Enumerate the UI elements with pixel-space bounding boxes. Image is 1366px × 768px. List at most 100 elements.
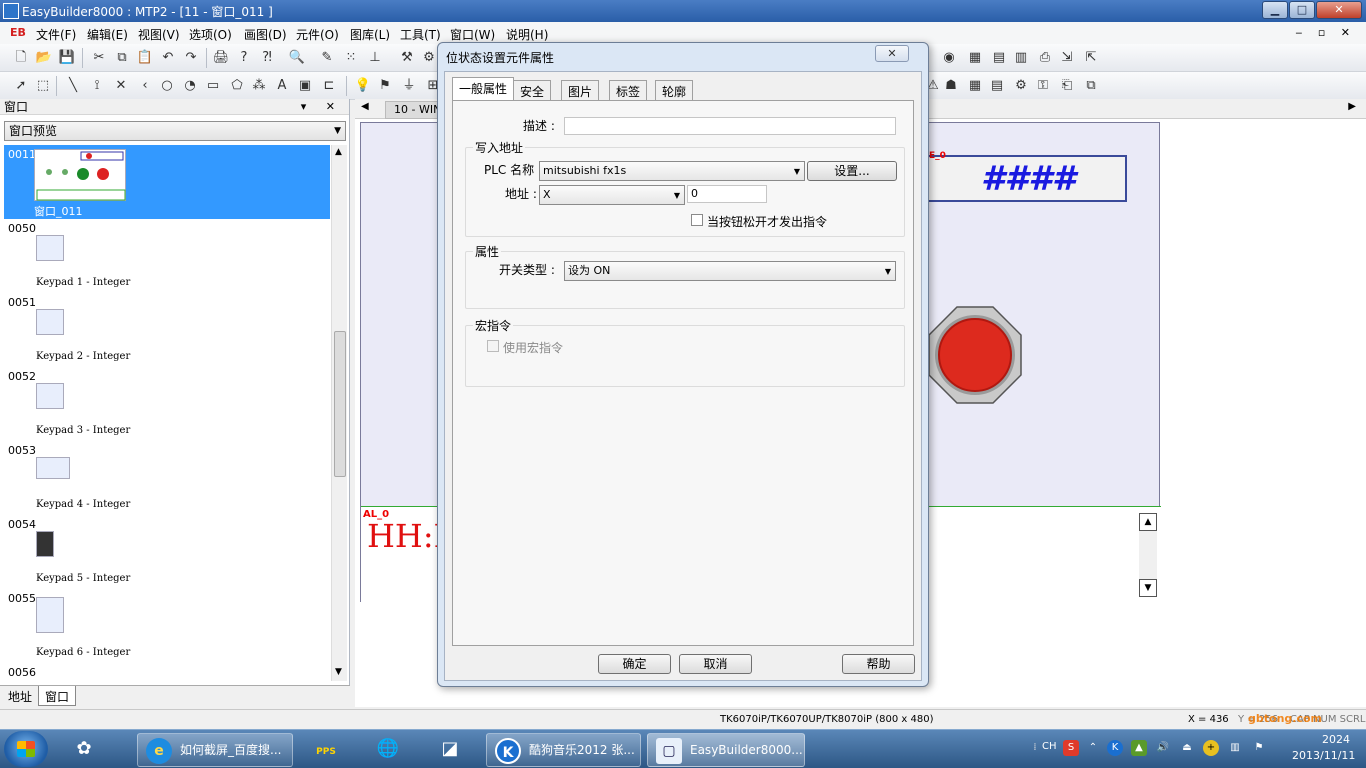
plc-name-dropdown[interactable]: mitsubishi fx1s ▼ (539, 161, 805, 181)
gear-icon[interactable]: ⚙ (1012, 77, 1030, 95)
window-item-0056[interactable]: 0056 (4, 663, 330, 681)
menu-window[interactable]: 窗口(W) (450, 26, 495, 43)
address-input[interactable]: 0 (687, 185, 767, 203)
menu-tools[interactable]: 工具(T) (400, 26, 441, 43)
key-icon[interactable]: ⚿ (1034, 77, 1052, 95)
scroll-down-icon[interactable]: ▼ (335, 667, 342, 677)
action-center-icon[interactable]: ⚑ (1251, 740, 1267, 756)
text-icon[interactable]: A (273, 77, 291, 95)
scroll-up-icon[interactable]: ▲ (1139, 513, 1157, 531)
menu-edit[interactable]: 编辑(E) (87, 26, 128, 43)
picture-icon[interactable]: ▣ (296, 77, 314, 95)
task-browser[interactable]: e 如何截屏_百度搜... (137, 733, 293, 767)
undo-icon[interactable]: ↶ (159, 49, 177, 67)
red-push-button[interactable] (927, 305, 1023, 405)
menu-file[interactable]: 文件(F) (36, 26, 76, 43)
menu-objects[interactable]: 元件(O) (296, 26, 339, 43)
pen-icon[interactable]: ✎ (318, 49, 336, 67)
copy-page-icon[interactable]: ⧉ (1082, 77, 1100, 95)
scale-icon[interactable]: ⁂ (250, 77, 268, 95)
chevron-right-icon[interactable]: ▶ (1348, 101, 1356, 112)
window-item-0051[interactable]: 0051 Keypad 2 - Integer (4, 293, 330, 367)
tab-address[interactable]: 地址 (2, 686, 38, 706)
window-item-0050[interactable]: 0050 Keypad 1 - Integer (4, 219, 330, 293)
import-icon[interactable]: ⇱ (1082, 49, 1100, 67)
description-input[interactable] (564, 117, 896, 135)
word-lamp-icon[interactable]: ⚑ (376, 77, 394, 95)
preview-dropdown[interactable]: 窗口预览 ▼ (4, 121, 346, 141)
pinned-globe-icon[interactable]: 🌐 (362, 733, 414, 767)
calendar-icon[interactable]: ▥ (1012, 49, 1030, 67)
window-item-0011[interactable]: 0011 窗口_011 (4, 145, 330, 219)
window-item-0052[interactable]: 0052 Keypad 3 - Integer (4, 367, 330, 441)
align-icon[interactable]: ⊥ (366, 49, 384, 67)
select-arrow-icon[interactable]: ➚ (12, 77, 30, 95)
sogou-input-icon[interactable]: S (1063, 740, 1079, 756)
use-macro-checkbox[interactable] (487, 340, 499, 352)
circle-icon[interactable]: ○ (158, 77, 176, 95)
window-item-0055[interactable]: 0055 Keypad 6 - Integer (4, 589, 330, 663)
ok-button[interactable]: 确定 (598, 654, 671, 674)
new-file-icon[interactable]: 🗋 (12, 49, 30, 67)
arc-icon[interactable]: ‹ (136, 77, 154, 95)
menu-library[interactable]: 图库(L) (350, 26, 390, 43)
scroll-up-icon[interactable]: ▲ (335, 147, 342, 157)
tray-expand-icon[interactable]: ⌃ (1085, 740, 1101, 756)
tab-general[interactable]: 一般属性 (452, 77, 515, 101)
switch-type-dropdown[interactable]: 设为 ON ▼ (564, 261, 896, 281)
network-icon[interactable]: ▥ (1227, 740, 1243, 756)
menu-draw[interactable]: 画图(D) (244, 26, 287, 43)
bit-lamp-icon[interactable]: 💡 (354, 77, 372, 95)
context-help-icon[interactable]: ⁈ (258, 49, 276, 67)
pinned-pinwheel-app-icon[interactable]: ✿ (58, 733, 110, 767)
window-item-0054[interactable]: 0054 Keypad 5 - Integer (4, 515, 330, 589)
print-window-icon[interactable]: ⎙ (1036, 49, 1054, 67)
sheet-icon[interactable]: ▤ (990, 49, 1008, 67)
table-icon[interactable]: ▦ (966, 49, 984, 67)
frame-icon[interactable]: ⊏ (320, 77, 338, 95)
minimize-button[interactable]: ▁ (1262, 1, 1288, 19)
scroll-down-icon[interactable]: ▼ (1139, 579, 1157, 597)
start-button[interactable] (4, 731, 48, 767)
plc-settings-button[interactable]: 设置... (807, 161, 897, 181)
kugou-tray-icon[interactable]: K (1107, 740, 1123, 756)
page-icon[interactable]: ⎗ (1058, 77, 1076, 95)
alarm-scrollbar[interactable]: ▲ ▼ (1139, 513, 1157, 597)
cancel-button[interactable]: 取消 (679, 654, 752, 674)
tab-outline[interactable]: 轮廓 (655, 80, 694, 100)
select-area-icon[interactable]: ⬚ (34, 77, 52, 95)
add-icon[interactable]: + (1203, 740, 1219, 756)
bitmap-icon[interactable]: ◉ (940, 49, 958, 67)
dialog-close-button[interactable]: ✕ (875, 45, 909, 62)
rectangle-icon[interactable]: ▭ (204, 77, 222, 95)
sector-icon[interactable]: ◔ (181, 77, 199, 95)
tab-picture[interactable]: 图片 (561, 80, 600, 100)
pinned-pps-icon[interactable]: PPS (300, 733, 352, 767)
print-icon[interactable]: 🖨 (212, 49, 230, 67)
scrollbar-thumb[interactable] (334, 331, 346, 477)
paste-icon[interactable]: 📋 (136, 49, 154, 67)
grid-view-icon[interactable]: ▦ (966, 77, 984, 95)
numeric-display[interactable]: E_0 #### (927, 151, 1127, 202)
close-button[interactable]: ✕ (1316, 1, 1362, 19)
window-list-scrollbar[interactable]: ▲ ▼ (331, 145, 347, 681)
redo-icon[interactable]: ↷ (182, 49, 200, 67)
export-icon[interactable]: ⇲ (1058, 49, 1076, 67)
set-bit-icon[interactable]: ⏚ (400, 77, 418, 95)
mdi-controls[interactable]: ‒ ▫ ✕ (1295, 26, 1356, 39)
usb-device-icon[interactable]: ⏏ (1179, 740, 1195, 756)
volume-icon[interactable]: 🔊 (1155, 740, 1171, 756)
find-icon[interactable]: 🔍 (288, 49, 306, 67)
cross-icon[interactable]: ✕ (112, 77, 130, 95)
data-table-icon[interactable]: ▤ (988, 77, 1006, 95)
save-icon[interactable]: 💾 (58, 49, 76, 67)
clock[interactable]: 2024 2013/11/11 (1292, 732, 1355, 764)
menu-view[interactable]: 视图(V) (138, 26, 180, 43)
task-easybuilder[interactable]: ▢ EasyBuilder8000... (647, 733, 805, 767)
pinned-office-icon[interactable]: ◪ (424, 733, 476, 767)
grid-icon[interactable]: ⁙ (342, 49, 360, 67)
maximize-button[interactable]: □ (1289, 1, 1315, 19)
panel-controls[interactable]: ▾ ✕ (301, 99, 343, 115)
polygon-icon[interactable]: ⬠ (228, 77, 246, 95)
menu-help[interactable]: 说明(H) (506, 26, 548, 43)
